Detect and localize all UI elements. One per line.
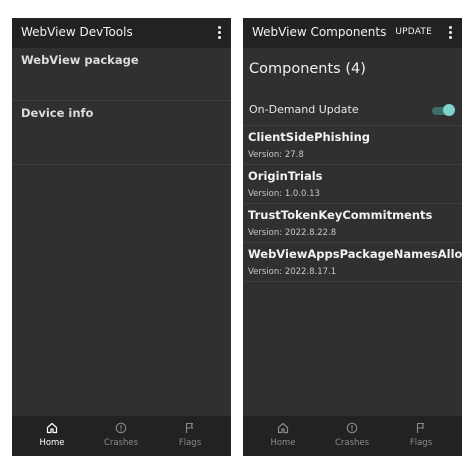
nav-home-label: Home (39, 438, 65, 448)
component-row: OriginTrials Version: 1.0.0.13 (243, 165, 462, 204)
home-icon (46, 422, 58, 434)
update-button[interactable]: UPDATE (395, 27, 432, 37)
on-demand-update-row: On-Demand Update (243, 95, 462, 126)
nav-crashes-label: Crashes (334, 438, 370, 448)
flag-icon (416, 422, 425, 433)
bottom-navigation: Home Crashes Flags (12, 416, 231, 456)
component-row: TrustTokenKeyCommitments Version: 2022.8… (243, 204, 462, 243)
nav-flags-label: Flags (409, 438, 433, 448)
nav-home[interactable]: Home (253, 416, 313, 456)
flag-icon (185, 422, 194, 433)
more-vert-icon[interactable] (214, 23, 226, 43)
component-name: ClientSidePhishing (248, 130, 371, 144)
app-title: WebView Components (252, 25, 387, 39)
alert-circle-icon (115, 422, 127, 434)
alert-circle-icon (346, 422, 358, 434)
home-icon (277, 422, 289, 434)
nav-home-label: Home (270, 438, 296, 448)
webview-package-label: WebView package (21, 53, 139, 67)
on-demand-update-label: On-Demand Update (249, 103, 359, 116)
component-row: WebViewAppsPackageNamesAllowlist Version… (243, 243, 462, 282)
app-bar: WebView Components UPDATE (243, 18, 462, 48)
nav-flags-label: Flags (178, 438, 202, 448)
more-vert-icon[interactable] (445, 23, 457, 43)
nav-crashes[interactable]: Crashes (91, 416, 151, 456)
component-version: Version: 27.8 (248, 150, 304, 160)
components-heading: Components (4) (249, 61, 366, 77)
component-version: Version: 2022.8.17.1 (248, 267, 337, 277)
nav-crashes[interactable]: Crashes (322, 416, 382, 456)
webview-package-section[interactable]: WebView package (12, 48, 231, 101)
toggle-thumb (443, 104, 455, 116)
component-name: TrustTokenKeyCommitments (248, 208, 433, 222)
components-screen: WebView Components UPDATE Components (4)… (243, 18, 462, 456)
nav-flags[interactable]: Flags (391, 416, 451, 456)
device-info-label: Device info (21, 106, 94, 120)
app-title: WebView DevTools (21, 25, 133, 39)
nav-crashes-label: Crashes (103, 438, 139, 448)
component-version: Version: 1.0.0.13 (248, 189, 320, 199)
component-name: WebViewAppsPackageNamesAllowlist (248, 247, 462, 261)
on-demand-update-toggle[interactable] (432, 104, 455, 116)
nav-flags[interactable]: Flags (160, 416, 220, 456)
bottom-navigation: Home Crashes Flags (243, 416, 462, 456)
component-name: OriginTrials (248, 169, 323, 183)
app-bar: WebView DevTools (12, 18, 231, 48)
nav-home[interactable]: Home (22, 416, 82, 456)
component-row: ClientSidePhishing Version: 27.8 (243, 126, 462, 165)
component-version: Version: 2022.8.22.8 (248, 228, 337, 238)
devtools-home-screen: WebView DevTools WebView package Device … (12, 18, 231, 456)
device-info-section[interactable]: Device info (12, 101, 231, 165)
